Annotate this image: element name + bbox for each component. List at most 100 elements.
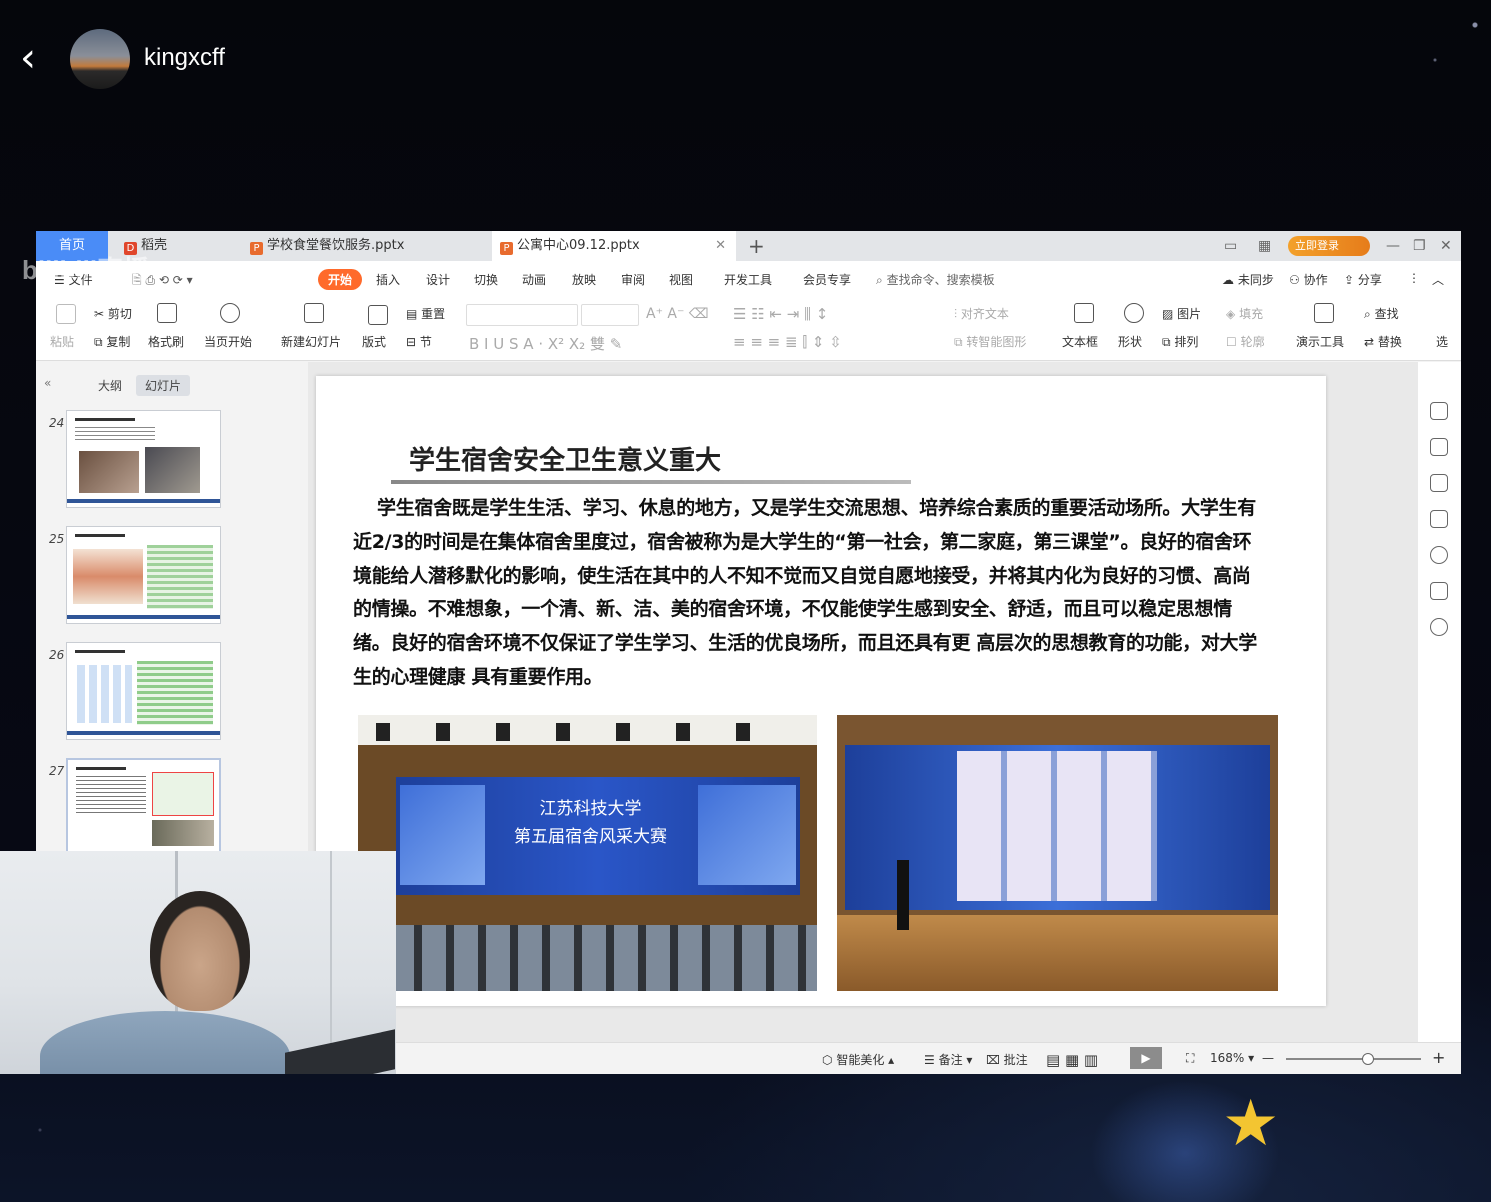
font-name-select[interactable] (466, 304, 578, 326)
font-size-icons[interactable]: A⁺ A⁻ ⌫ (646, 306, 709, 322)
new-tab-icon[interactable]: + (748, 231, 765, 261)
picture-button[interactable]: ▨ 图片 (1162, 305, 1201, 322)
section-button[interactable]: ⊟ 节 (406, 333, 432, 350)
slide-thumbnail[interactable] (66, 526, 221, 624)
search-icon: ⌕ (876, 273, 883, 287)
pin-icon[interactable] (1430, 474, 1448, 492)
star-icon: ★ (1222, 1087, 1280, 1161)
avatar[interactable] (70, 29, 130, 89)
new-slide-button[interactable]: 新建幻灯片 (281, 333, 341, 350)
beautify-label: 智能美化 (836, 1053, 885, 1067)
list-icons[interactable]: ☰ ☷ ⇤ ⇥ ⫼ ↕ (733, 305, 828, 323)
fill-button[interactable]: ◈ 填充 (1226, 305, 1263, 322)
align-text-button[interactable]: ⫶ 对齐文本 (954, 305, 1009, 322)
gallery-icon[interactable] (1430, 582, 1448, 600)
align-text-label: 对齐文本 (960, 307, 1009, 321)
play-slideshow-icon[interactable]: ▶ (1130, 1047, 1162, 1069)
find-button[interactable]: ⌕ 查找 (1364, 305, 1399, 322)
collab-button[interactable]: ⚇ 协作 (1289, 271, 1328, 288)
scissors-icon: ✂ (94, 307, 105, 321)
slide-thumbnail[interactable] (66, 410, 221, 508)
close-window-icon[interactable]: ✕ (1440, 231, 1452, 261)
notes-button[interactable]: ☰ 备注 ▾ (924, 1051, 972, 1068)
tab-file1-label: 学校食堂餐饮服务.pptx (267, 238, 405, 253)
menu-start[interactable]: 开始 (318, 269, 363, 290)
menu-member[interactable]: 会员专享 (803, 271, 851, 288)
menu-review[interactable]: 审阅 (621, 271, 645, 288)
paste-button[interactable]: 粘贴 (50, 333, 74, 350)
login-button[interactable]: 立即登录 (1288, 236, 1370, 256)
menu-view[interactable]: 视图 (669, 271, 693, 288)
transition-icon[interactable] (1430, 510, 1448, 528)
tab-outline[interactable]: 大纲 (98, 377, 122, 394)
layout-button[interactable]: 版式 (362, 333, 386, 350)
collapse-pane-icon[interactable]: « (44, 376, 51, 390)
animation-icon[interactable] (1430, 402, 1448, 420)
current-slide[interactable]: 学生宿舍安全卫生意义重大 学生宿舍既是学生生活、学习、休息的地方，又是学生交流思… (316, 376, 1326, 1006)
from-current-button[interactable]: 当页开始 (204, 333, 252, 350)
more-icon[interactable]: ⋮ (1408, 271, 1420, 285)
command-search[interactable]: ⌕ 查找命令、搜索模板 (876, 271, 995, 288)
outline-button[interactable]: ☐ 轮廓 (1226, 333, 1265, 350)
slide-body-text[interactable]: 学生宿舍既是学生生活、学习、休息的地方，又是学生交流思想、培养综合素质的重要活动… (353, 492, 1258, 695)
sync-status[interactable]: ☁ 未同步 (1222, 271, 1274, 288)
zoom-slider[interactable] (1286, 1058, 1421, 1060)
close-tab-icon[interactable]: ✕ (715, 231, 726, 261)
minimize-icon[interactable]: — (1386, 231, 1400, 261)
menu-transition[interactable]: 切换 (474, 271, 498, 288)
reset-button[interactable]: ▤ 重置 (406, 305, 445, 322)
copy-button[interactable]: ⧉ 复制 (94, 333, 130, 350)
menu-slideshow[interactable]: 放映 (572, 271, 596, 288)
event-photo-right[interactable] (837, 715, 1278, 991)
tab-file1[interactable]: P 学校食堂餐饮服务.pptx (242, 231, 482, 261)
bilibili-watermark: bilibili直播 (22, 255, 150, 285)
align-icons[interactable]: ≡ ≡ ≡ ≣ ⫿ ⇕ ⇳ (733, 333, 842, 351)
slide-editor: 学生宿舍安全卫生意义重大 学生宿舍既是学生生活、学习、休息的地方，又是学生交流思… (308, 362, 1418, 1042)
smartart-button[interactable]: ⧉ 转智能图形 (954, 333, 1026, 350)
comment-button[interactable]: ⌧ 批注 (986, 1051, 1028, 1068)
share-button[interactable]: ⇪ 分享 (1344, 271, 1382, 288)
beautify-button[interactable]: ⬡ 智能美化 ▴ (822, 1051, 894, 1068)
help-icon[interactable] (1430, 546, 1448, 564)
apps-grid-icon[interactable]: ▦ (1258, 231, 1271, 261)
menu-insert[interactable]: 插入 (376, 271, 400, 288)
restore-icon[interactable]: ❐ (1413, 231, 1426, 261)
tab-file2[interactable]: P 公寓中心09.12.pptx ✕ (492, 231, 736, 261)
view-mode-icons[interactable]: ▤ ▦ ▥ (1046, 1051, 1098, 1069)
menu-design[interactable]: 设计 (426, 271, 450, 288)
zoom-slider-handle[interactable] (1362, 1053, 1374, 1065)
banner-school-name: 江苏科技大学 (539, 799, 642, 819)
zoom-in-icon[interactable]: + (1432, 1048, 1445, 1067)
location-icon[interactable] (1430, 618, 1448, 636)
shape-button[interactable]: 形状 (1118, 333, 1142, 350)
slide-thumbnail[interactable] (66, 642, 221, 740)
stream-header: ‹ kingxcff (0, 0, 1491, 120)
replace-button[interactable]: ⇄ 替换 (1364, 333, 1402, 350)
slide-thumbnail-current[interactable] (66, 758, 221, 856)
arrange-label: 排列 (1174, 335, 1199, 349)
slide-title[interactable]: 学生宿舍安全卫生意义重大 (409, 440, 721, 477)
cut-button[interactable]: ✂ 剪切 (94, 305, 132, 322)
collapse-ribbon-icon[interactable]: ︿ (1432, 271, 1444, 288)
layout-icon[interactable]: ▭ (1224, 231, 1237, 261)
properties-icon[interactable] (1430, 438, 1448, 456)
tab-slides[interactable]: 幻灯片 (136, 375, 191, 396)
fit-window-icon[interactable]: ⛶ (1186, 1051, 1194, 1066)
presenter-button[interactable]: 演示工具 (1296, 333, 1344, 350)
smartart-icon: ⧉ (954, 335, 963, 349)
paste-icon (56, 304, 76, 327)
event-photo-left[interactable]: 江苏科技大学 第五届宿舍风采大赛 (358, 715, 817, 991)
zoom-level[interactable]: 168% ▾ (1210, 1051, 1254, 1065)
menu-devtools[interactable]: 开发工具 (724, 271, 772, 288)
thumb-number: 26 (49, 648, 65, 662)
zoom-out-icon[interactable]: — (1262, 1051, 1274, 1065)
fill-label: 填充 (1239, 307, 1264, 321)
select-button[interactable]: 选 (1436, 333, 1448, 350)
font-size-select[interactable] (581, 304, 639, 326)
format-painter-button[interactable]: 格式刷 (148, 333, 184, 350)
menu-animation[interactable]: 动画 (522, 271, 546, 288)
back-icon[interactable]: ‹ (20, 38, 60, 80)
textbox-button[interactable]: 文本框 (1062, 333, 1098, 350)
font-format-icons[interactable]: B I U S A · X² X₂ 雙 ✎ (469, 333, 622, 354)
arrange-button[interactable]: ⧉ 排列 (1162, 333, 1198, 350)
